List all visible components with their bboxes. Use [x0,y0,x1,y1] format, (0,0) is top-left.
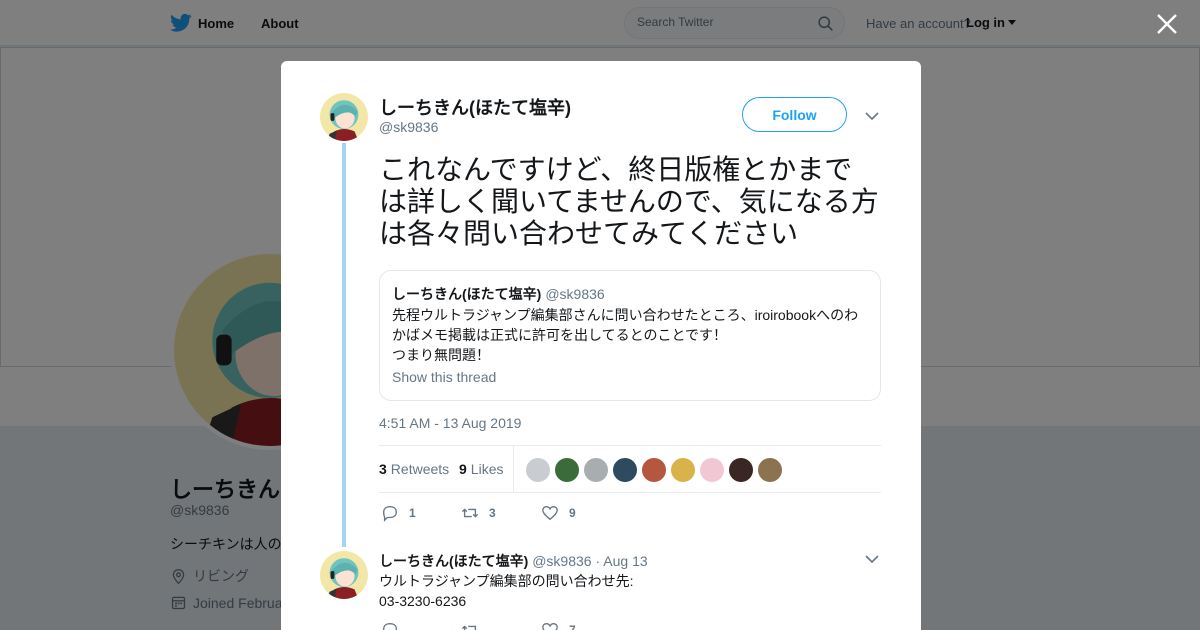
liker-avatar[interactable] [729,458,753,482]
chevron-down-icon[interactable] [864,551,880,567]
reply-author-handle[interactable]: @sk9836 [532,553,591,569]
reply-header: しーちきん(ほたて塩辛) @sk9836 · Aug 13 [379,551,648,571]
reply-author-avatar[interactable] [320,551,368,599]
stats-divider [513,446,514,493]
liker-avatar[interactable] [555,458,579,482]
tweet-stats: 3 Retweets 9 Likes [379,445,881,493]
liker-avatars [526,458,787,482]
liker-avatar[interactable] [613,458,637,482]
tweet-actions: 1 3 9 [379,504,881,528]
reply-icon [383,506,397,522]
liker-avatar[interactable] [758,458,782,482]
thread-line [342,143,346,547]
chevron-down-icon[interactable] [864,108,880,124]
reply-text-line: ウルトラジャンプ編集部の問い合わせ先: [379,573,634,589]
show-thread-link[interactable]: Show this thread [392,369,496,385]
liker-avatar[interactable] [700,458,724,482]
reply-text-line: 03-3230-6236 [379,593,467,609]
retweet-button[interactable]: 3 [461,504,496,522]
retweet-icon [461,508,479,518]
reply-reply-button[interactable] [381,621,409,630]
quoted-author-name: しーちきん(ほたて塩辛) [392,286,542,302]
close-icon[interactable] [1155,12,1179,36]
follow-button[interactable]: Follow [742,97,847,132]
tweet-modal: しーちきん(ほたて塩辛) @sk9836 Follow これなんですけど、終日版… [281,61,921,630]
reply-separator: · [595,553,601,569]
quoted-text-line: 先程ウルトラジャンプ編集部さんに問い合わせたところ、iroirobookへのわ [392,307,859,323]
anime-avatar-icon [320,93,368,141]
quoted-author-handle: @sk9836 [545,286,605,302]
reply-author-name[interactable]: しーちきん(ほたて塩辛) [379,553,528,569]
liker-avatar[interactable] [526,458,550,482]
heart-icon [542,506,558,521]
quoted-author: しーちきん(ほたて塩辛) @sk9836 [392,284,605,304]
reply-like-count: 7 [569,623,576,630]
liker-avatar[interactable] [584,458,608,482]
tweet-text: これなんですけど、終日版権とかまでは詳しく聞いてませんので、気になる方は各々問い… [379,153,879,250]
quoted-text: 先程ウルトラジャンプ編集部さんに問い合わせたところ、iroirobookへのわ … [392,305,870,365]
retweet-count: 3 [489,506,496,520]
quoted-tweet[interactable]: しーちきん(ほたて塩辛) @sk9836 先程ウルトラジャンプ編集部さんに問い合わ… [379,270,881,401]
tweet-author-handle[interactable]: @sk9836 [379,119,438,135]
reply-button[interactable]: 1 [381,504,416,522]
reply-text: ウルトラジャンプ編集部の問い合わせ先: 03-3230-6236 [379,571,634,611]
heart-icon [542,623,558,630]
like-button[interactable]: 9 [541,504,576,522]
retweets-stat[interactable]: 3 Retweets [379,461,449,477]
retweets-count: 3 [379,461,387,477]
reply-date[interactable]: Aug 13 [603,553,647,569]
quoted-text-line: つまり無問題！ [392,347,490,363]
tweet-author-avatar[interactable] [320,93,368,141]
reply-like-button[interactable]: 7 [541,621,576,630]
likes-label: Likes [470,461,504,477]
retweets-label: Retweets [390,461,450,477]
anime-avatar-icon [320,551,368,599]
likes-count: 9 [459,461,467,477]
tweet-timestamp[interactable]: 4:51 AM - 13 Aug 2019 [379,415,521,431]
like-count: 9 [569,506,576,520]
retweet-icon [461,625,477,630]
likes-stat[interactable]: 9 Likes [459,461,503,477]
tweet-author-name[interactable]: しーちきん(ほたて塩辛) [379,94,571,120]
quoted-text-line: かばメモ掲載は正式に許可を出してるとのことです！ [392,327,728,343]
reply-icon [383,623,397,630]
liker-avatar[interactable] [642,458,666,482]
reply-actions: 7 [379,621,881,630]
reply-retweet-button[interactable] [461,621,489,630]
reply-count: 1 [409,506,416,520]
liker-avatar[interactable] [671,458,695,482]
